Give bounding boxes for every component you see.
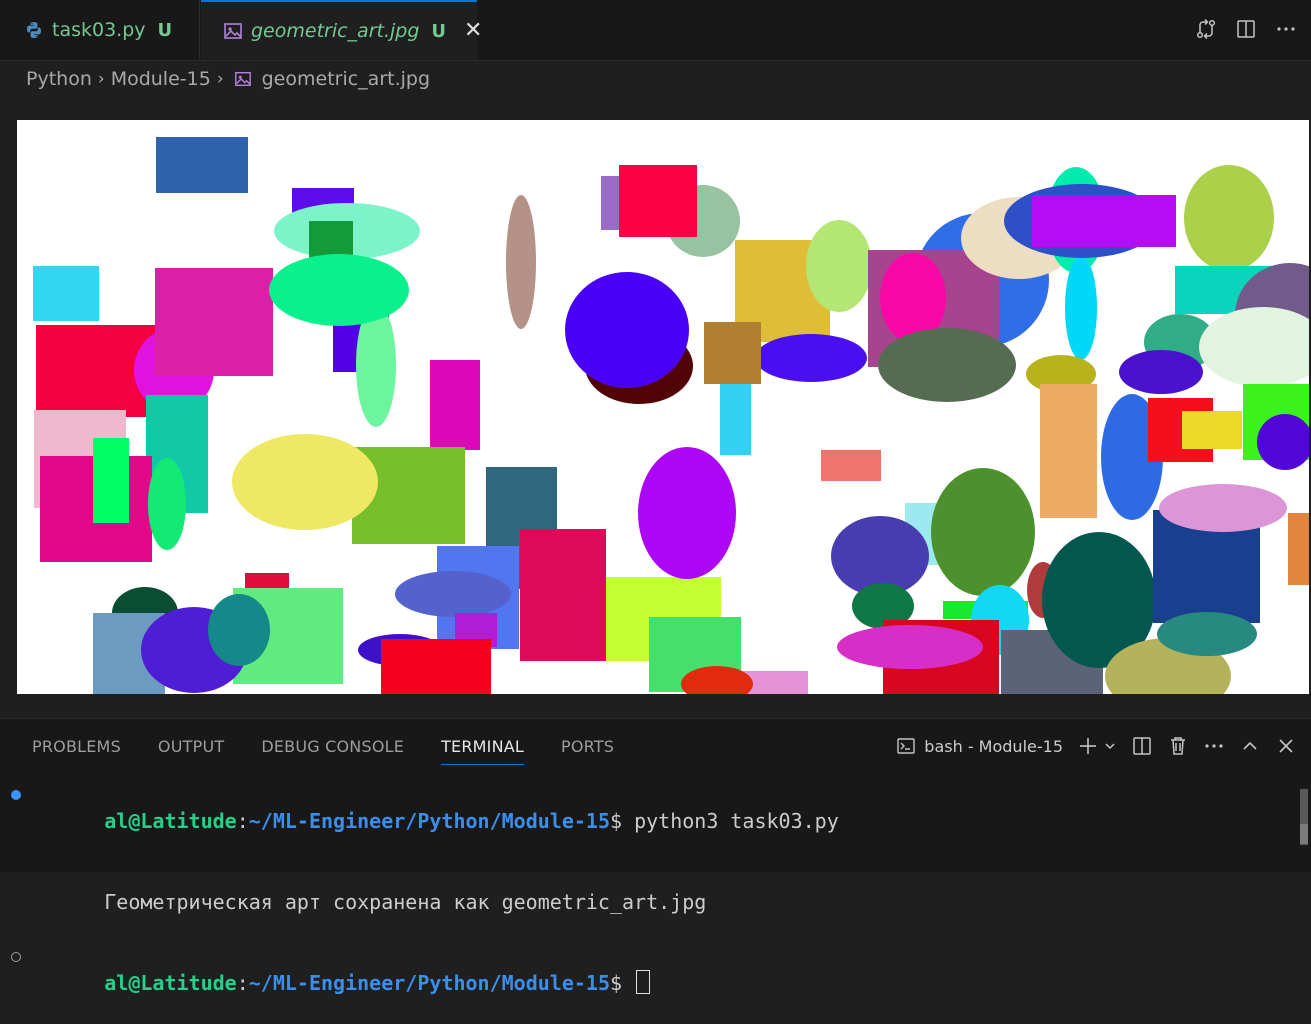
python-icon (24, 20, 44, 40)
tab-output[interactable]: OUTPUT (158, 737, 224, 765)
split-editor-icon[interactable] (1235, 18, 1257, 40)
prompt-user: al@Latitude (104, 809, 237, 833)
command-success-icon[interactable] (11, 790, 21, 800)
tab-task03-py[interactable]: task03.py U (0, 0, 200, 60)
image-icon (234, 70, 252, 88)
chevron-right-icon: › (216, 69, 224, 89)
untracked-badge: U (157, 19, 173, 41)
tab-label: geometric_art.jpg (251, 20, 420, 42)
tab-problems[interactable]: PROBLEMS (32, 737, 121, 765)
close-icon[interactable]: ✕ (464, 20, 482, 42)
command-pending-icon[interactable] (11, 952, 21, 962)
maximize-panel-icon[interactable] (1239, 735, 1261, 757)
tab-geometric-art-jpg[interactable]: geometric_art.jpg U ✕ (201, 0, 482, 60)
prompt-path: ~/ML-Engineer/Python/Module-15 (248, 809, 610, 833)
chevron-down-icon[interactable] (1103, 735, 1117, 757)
image-icon (223, 21, 243, 41)
terminal-icon (896, 736, 916, 756)
panel-tabs: PROBLEMS OUTPUT DEBUG CONSOLE TERMINAL P… (32, 737, 651, 765)
image-preview (17, 120, 1309, 694)
bottom-panel: PROBLEMS OUTPUT DEBUG CONSOLE TERMINAL P… (0, 718, 1311, 995)
terminal-line: al@Latitude:~/ML-Engineer/Python/Module-… (0, 781, 1300, 862)
prompt-path: ~/ML-Engineer/Python/Module-15 (248, 971, 610, 995)
more-actions-icon[interactable] (1275, 18, 1297, 40)
breadcrumb-item-module[interactable]: Module-15 (111, 68, 211, 90)
editor-tab-bar: task03.py U geometric_art.jpg U ✕ (0, 0, 1311, 61)
chevron-right-icon: › (97, 69, 105, 89)
output-text: Геометрическая арт сохранена как geometr… (104, 890, 707, 914)
terminal-output[interactable]: al@Latitude:~/ML-Engineer/Python/Module-… (0, 781, 1300, 1024)
geometric-art-image (17, 120, 1309, 694)
terminal-scrollbar[interactable] (1300, 781, 1308, 869)
new-terminal-icon[interactable] (1077, 735, 1099, 757)
breadcrumb-item-file[interactable]: geometric_art.jpg (262, 68, 430, 90)
tab-ports[interactable]: PORTS (561, 737, 614, 765)
breadcrumb: Python › Module-15 › geometric_art.jpg (26, 66, 430, 92)
terminal-line: Геометрическая арт сохранена как geometr… (0, 862, 1300, 943)
terminal-selector[interactable]: bash - Module-15 (896, 736, 1063, 756)
breadcrumb-item-python[interactable]: Python (26, 68, 92, 90)
compare-changes-icon[interactable] (1195, 18, 1217, 40)
tab-debug-console[interactable]: DEBUG CONSOLE (261, 737, 404, 765)
tab-label: task03.py (52, 19, 146, 41)
prompt-colon: : (236, 809, 249, 833)
terminal-name: bash - Module-15 (924, 736, 1063, 756)
terminal-cursor (636, 970, 651, 994)
more-actions-icon[interactable] (1203, 735, 1225, 757)
tab-terminal[interactable]: TERMINAL (441, 737, 525, 765)
prompt-symbol: $ (609, 971, 635, 995)
command-text: $ python3 task03.py (609, 809, 839, 833)
prompt-user: al@Latitude (104, 971, 237, 995)
scrollbar-marker (1300, 824, 1308, 844)
split-terminal-icon[interactable] (1131, 735, 1153, 757)
prompt-colon: : (236, 971, 249, 995)
untracked-badge: U (431, 20, 447, 42)
panel-actions: bash - Module-15 (896, 735, 1297, 757)
terminal-line: al@Latitude:~/ML-Engineer/Python/Module-… (0, 943, 1300, 1024)
editor-actions (1195, 18, 1297, 40)
trash-icon[interactable] (1167, 735, 1189, 757)
close-panel-icon[interactable] (1275, 735, 1297, 757)
